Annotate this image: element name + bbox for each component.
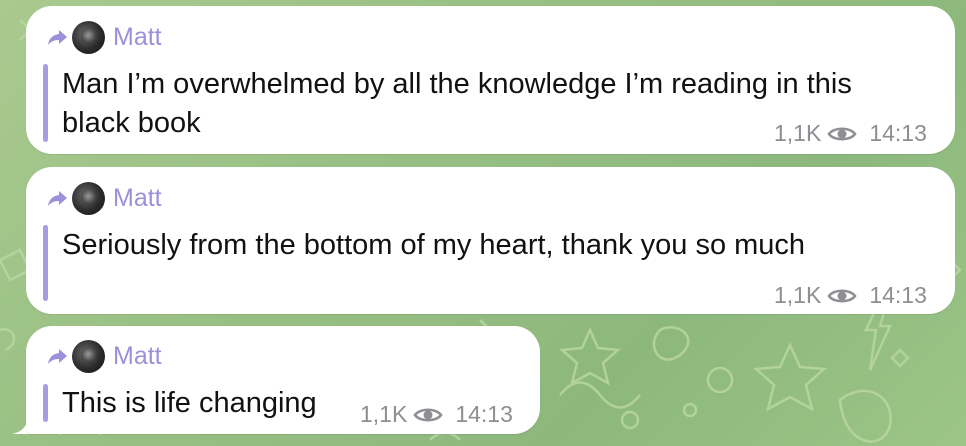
message-text: Man I’m overwhelmed by all the knowledge… [62, 65, 852, 143]
view-count: 1,1K [360, 401, 408, 427]
sender-name[interactable]: Matt [113, 184, 162, 213]
eye-icon [827, 126, 857, 141]
view-count: 1,1K [774, 120, 822, 146]
forwarded-header[interactable]: Matt [46, 20, 162, 54]
forward-arrow-icon [48, 349, 67, 364]
message-text: This is life changing [62, 387, 317, 419]
sender-name[interactable]: Matt [113, 23, 162, 52]
avatar[interactable] [72, 181, 105, 215]
avatar[interactable] [72, 339, 105, 373]
message-bubble[interactable]: Matt Seriously from the bottom of my hea… [26, 167, 955, 314]
forward-arrow-icon [48, 191, 67, 206]
view-count: 1,1K [774, 282, 822, 308]
message-text-line: black book [62, 107, 201, 139]
timestamp: 14:13 [455, 401, 513, 427]
message-text-line: Man I’m overwhelmed by all the knowledge… [62, 68, 852, 100]
message-meta: 1,1K 14:13 [360, 401, 513, 428]
quote-bar [43, 384, 48, 422]
timestamp: 14:13 [869, 282, 927, 308]
forward-arrow-icon [48, 30, 67, 45]
quote-bar [43, 64, 48, 142]
sender-name[interactable]: Matt [113, 342, 162, 371]
message-bubble[interactable]: Matt Man I’m overwhelmed by all the know… [26, 6, 955, 154]
eye-icon [827, 288, 857, 303]
message-text: Seriously from the bottom of my heart, t… [62, 229, 806, 261]
eye-icon [413, 407, 443, 422]
forwarded-header[interactable]: Matt [46, 181, 162, 215]
avatar[interactable] [72, 20, 105, 54]
quote-bar [43, 225, 48, 301]
forwarded-header[interactable]: Matt [46, 339, 162, 373]
message-meta: 1,1K 14:13 [774, 120, 927, 147]
message-meta: 1,1K 14:13 [774, 282, 927, 309]
message-bubble[interactable]: Matt This is life changing 1,1K 14:13 [26, 326, 540, 434]
timestamp: 14:13 [869, 120, 927, 146]
